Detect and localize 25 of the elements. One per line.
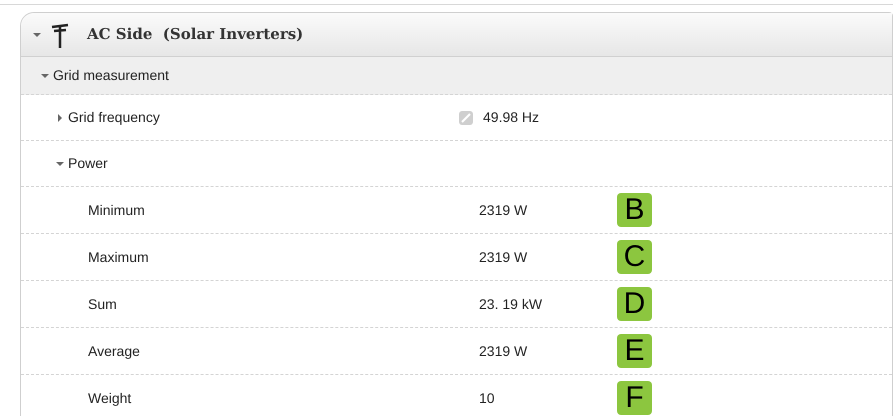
caret-down-icon[interactable]: [56, 160, 64, 168]
value-text: 23. 19 kW: [479, 294, 544, 314]
letter-badge: B: [617, 193, 652, 227]
node-label[interactable]: Power: [68, 153, 108, 174]
value-text: 10: [479, 388, 496, 408]
caret-right-icon[interactable]: [56, 114, 64, 122]
letter-badge: F: [617, 381, 652, 415]
measure-label: Sum: [87, 294, 118, 314]
node-label[interactable]: Grid frequency: [68, 107, 160, 128]
value-text: 2319 W: [479, 342, 528, 360]
measure-label: Weight: [87, 388, 132, 408]
measure-label: Minimum: [87, 200, 146, 220]
measure-label: Average: [87, 342, 141, 361]
measure-label: Maximum: [87, 248, 150, 266]
letter-badge: D: [617, 287, 652, 321]
group-label: Grid measurement: [53, 66, 169, 85]
letter-badge: E: [617, 334, 652, 368]
value-text: 2319 W: [479, 248, 528, 266]
group-header[interactable]: Grid measurement: [21, 57, 892, 95]
panel-title: AC Side (Solar Inverters): [87, 24, 304, 46]
caret-down-icon[interactable]: [41, 72, 49, 80]
caret-down-icon[interactable]: [33, 30, 41, 38]
value-text: 2319 W: [479, 200, 528, 220]
value-text: 49.98 Hz: [483, 108, 540, 127]
letter-badge: C: [617, 240, 652, 274]
